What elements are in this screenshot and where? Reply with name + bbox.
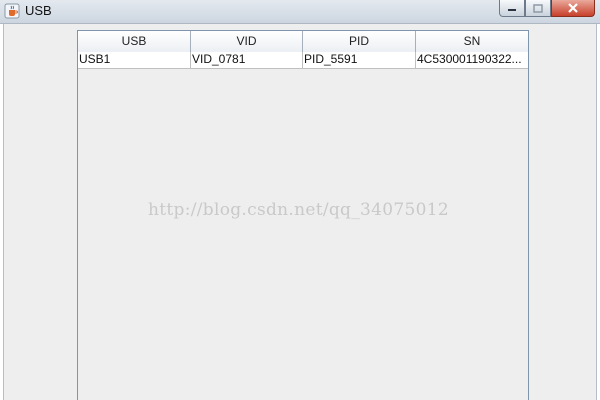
title-bar[interactable]: USB — [0, 0, 600, 24]
minimize-button[interactable] — [499, 0, 525, 17]
cell-sn[interactable]: 4C530001190322... — [416, 52, 528, 68]
window-controls — [499, 0, 595, 18]
table-header: USB VID PID SN — [78, 31, 528, 53]
column-header-usb[interactable]: USB — [78, 31, 191, 52]
column-header-pid[interactable]: PID — [303, 31, 416, 52]
close-button[interactable] — [551, 0, 595, 17]
cell-vid[interactable]: VID_0781 — [191, 52, 303, 68]
maximize-button[interactable] — [525, 0, 551, 17]
app-window: USB USB VID PID SN USB1 VID_0781 PID_559… — [0, 0, 600, 400]
maximize-icon — [533, 3, 543, 13]
close-icon — [568, 3, 578, 13]
table-row[interactable]: USB1 VID_0781 PID_5591 4C530001190322... — [78, 52, 528, 69]
cell-usb[interactable]: USB1 — [78, 52, 191, 68]
column-header-vid[interactable]: VID — [191, 31, 303, 52]
column-header-sn[interactable]: SN — [416, 31, 528, 52]
watermark-text: http://blog.csdn.net/qq_34075012 — [148, 200, 449, 220]
java-coffee-cup-icon[interactable] — [4, 3, 20, 19]
minimize-icon — [508, 9, 516, 11]
cell-pid[interactable]: PID_5591 — [303, 52, 416, 68]
window-title: USB — [25, 3, 52, 18]
